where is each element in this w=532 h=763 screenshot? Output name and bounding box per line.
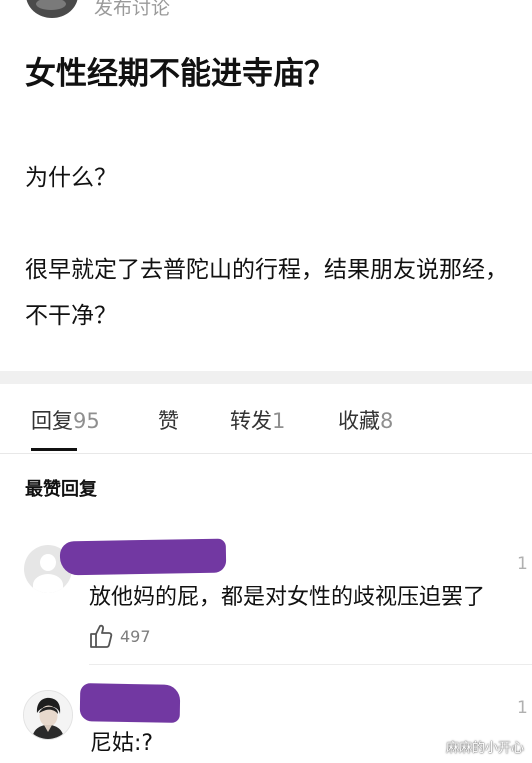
comment-text: 尼姑:? (90, 731, 154, 756)
tab-replies[interactable]: 回复95 (31, 406, 100, 436)
tab-count: 8 (380, 409, 394, 433)
watermark: 麻麻的小开心 (445, 741, 524, 756)
thumbs-up-icon (90, 624, 113, 648)
post-meta: 发布讨论 (94, 0, 171, 19)
avatar-head-shape (40, 554, 56, 571)
comment-time: 1 (517, 554, 528, 574)
username-redaction (79, 683, 181, 723)
tab-label: 转发 (230, 409, 272, 433)
comment-text: 放他妈的屁，都是对女性的歧视压迫罢了 (89, 585, 486, 610)
author-avatar[interactable] (26, 0, 78, 18)
post-question: 为什么？ (25, 165, 117, 191)
comment-time: 1 (517, 698, 528, 718)
comment-divider (89, 664, 532, 665)
tab-count: 1 (272, 409, 286, 433)
tab-label: 赞 (158, 409, 179, 433)
tabs-divider (0, 453, 532, 454)
tab-reposts[interactable]: 转发1 (230, 406, 285, 436)
user-avatar[interactable] (23, 690, 73, 740)
username-redaction (59, 538, 227, 576)
like-count: 497 (120, 627, 151, 646)
section-divider (0, 371, 532, 384)
portrait-icon (24, 691, 72, 739)
tab-favorites[interactable]: 收藏8 (338, 406, 393, 436)
avatar-body-shape (33, 574, 63, 593)
tab-likes[interactable]: 赞 (158, 406, 179, 436)
post-body: 很早就定了去普陀山的行程，结果朋友说那经，不干净？ (25, 257, 508, 329)
active-tab-indicator (31, 448, 77, 451)
tab-count: 95 (73, 409, 100, 433)
tab-label: 回复 (31, 409, 73, 433)
post-title: 女性经期不能进寺庙？ (25, 56, 335, 92)
top-replies-heading: 最赞回复 (25, 479, 97, 500)
tab-label: 收藏 (338, 409, 380, 433)
